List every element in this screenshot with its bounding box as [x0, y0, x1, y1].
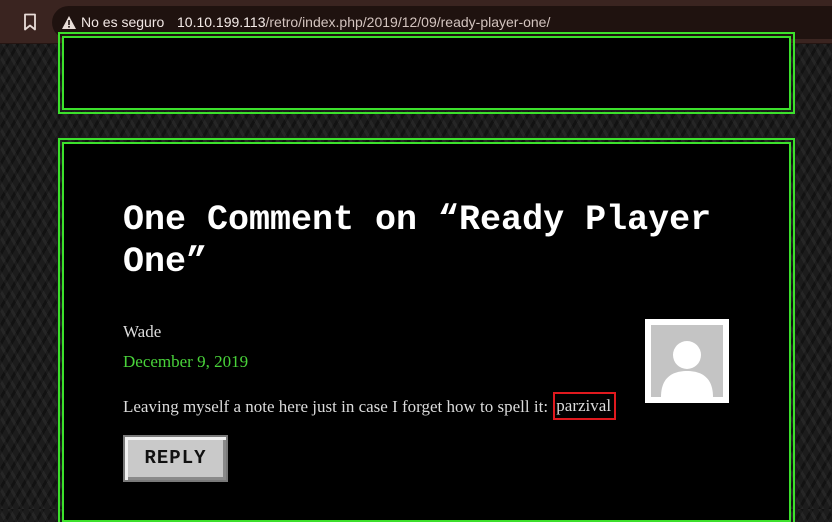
previous-post-panel: [58, 32, 795, 114]
reply-button[interactable]: REPLY: [123, 435, 228, 482]
avatar: [645, 319, 729, 403]
url-host: 10.10.199.113: [177, 14, 266, 30]
url-path: /retro/index.php/2019/12/09/ready-player…: [265, 14, 551, 30]
comment-author[interactable]: Wade: [123, 322, 161, 342]
url-text[interactable]: 10.10.199.113/retro/index.php/2019/12/09…: [177, 14, 550, 30]
address-bar[interactable]: No es seguro 10.10.199.113/retro/index.p…: [52, 6, 832, 39]
default-avatar-icon: [651, 325, 723, 397]
highlighted-word: parzival: [553, 392, 617, 420]
comment-body: Leaving myself a note here just in case …: [123, 392, 617, 421]
bookmark-icon[interactable]: [20, 12, 40, 32]
comments-heading: One Comment on “Ready Player One”: [123, 200, 712, 282]
warning-icon[interactable]: [61, 15, 77, 30]
security-label[interactable]: No es seguro: [81, 14, 164, 30]
comment-date-link[interactable]: December 9, 2019: [123, 352, 248, 372]
comment-text: Leaving myself a note here just in case …: [123, 397, 549, 416]
